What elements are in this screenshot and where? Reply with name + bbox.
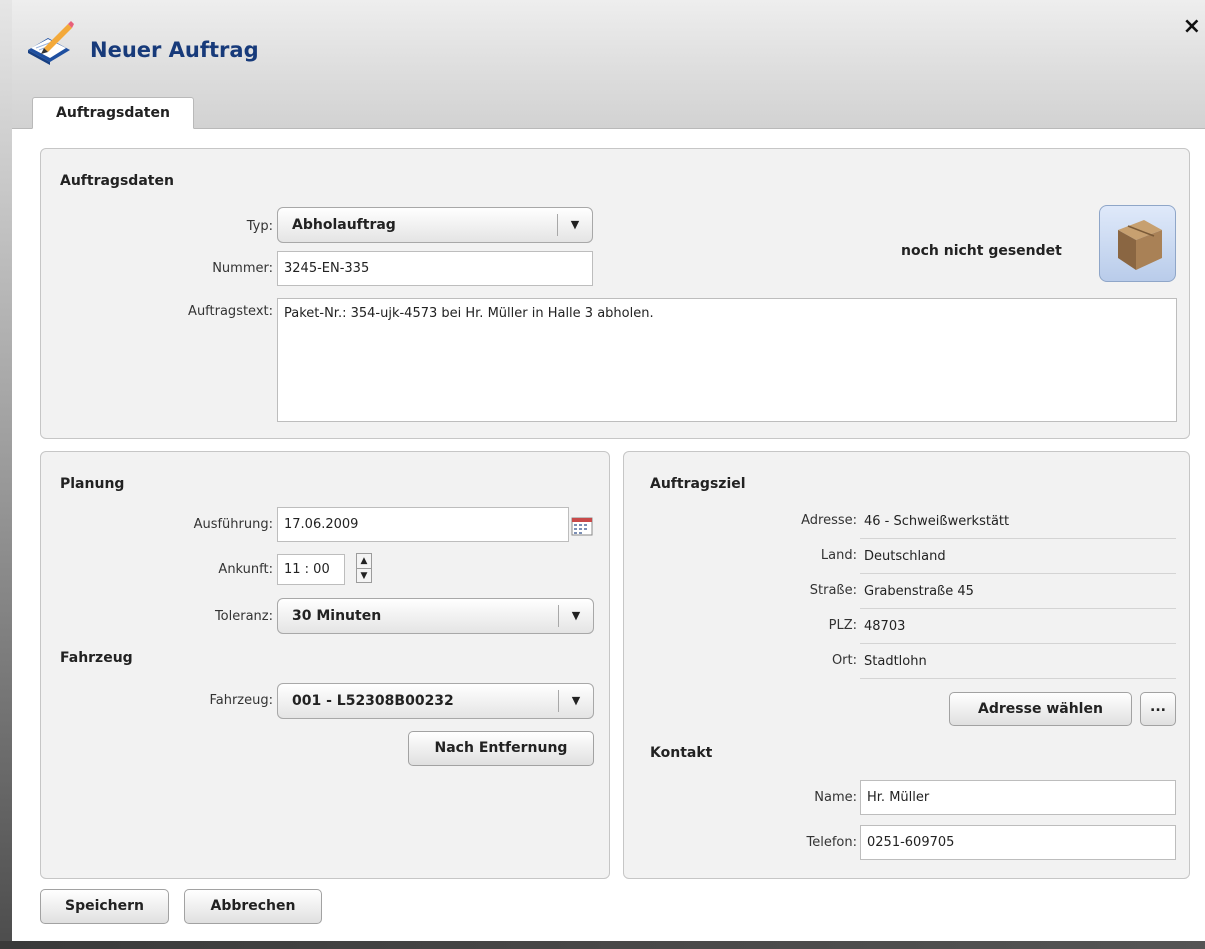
ankunft-time-input[interactable]: 11 : 00 bbox=[277, 554, 345, 585]
nummer-label: Nummer: bbox=[212, 261, 273, 276]
ausfuehrung-date-input[interactable]: 17.06.2009 bbox=[277, 507, 569, 542]
plz-label: PLZ: bbox=[828, 618, 857, 633]
ankunft-label: Ankunft: bbox=[218, 562, 273, 577]
auftragstext-label: Auftragstext: bbox=[188, 304, 273, 319]
fahrzeug-label: Fahrzeug: bbox=[209, 693, 273, 708]
fahrzeug-select[interactable]: 001 - L52308B00232 ▼ bbox=[277, 683, 594, 719]
typ-label: Typ: bbox=[246, 219, 273, 234]
telefon-input[interactable]: 0251-609705 bbox=[860, 825, 1176, 860]
section-title-planung: Planung bbox=[60, 476, 125, 492]
adresse-label: Adresse: bbox=[801, 513, 857, 528]
name-label: Name: bbox=[814, 790, 857, 805]
typ-select[interactable]: Abholauftrag ▼ bbox=[277, 207, 593, 243]
dialog-title: Neuer Auftrag bbox=[90, 38, 259, 62]
order-data-panel: Auftragsdaten Typ: Abholauftrag ▼ Nummer… bbox=[40, 148, 1190, 439]
nach-entfernung-button[interactable]: Nach Entfernung bbox=[408, 731, 594, 766]
new-order-dialog: Neuer Auftrag × Auftragsdaten Auftragsda… bbox=[12, 0, 1205, 941]
land-label: Land: bbox=[820, 548, 857, 563]
ausfuehrung-label: Ausführung: bbox=[193, 517, 273, 532]
chevron-down-icon: ▼ bbox=[557, 214, 592, 236]
section-title-auftragsdaten: Auftragsdaten bbox=[60, 173, 174, 189]
toleranz-select-value: 30 Minuten bbox=[292, 608, 382, 624]
calendar-icon[interactable] bbox=[571, 516, 593, 536]
save-button[interactable]: Speichern bbox=[40, 889, 169, 924]
more-options-button[interactable]: ... bbox=[1140, 692, 1176, 726]
adresse-value: 46 - Schweißwerkstätt bbox=[860, 507, 1176, 539]
spinner-up-icon[interactable]: ▲ bbox=[357, 554, 371, 569]
toleranz-label: Toleranz: bbox=[214, 609, 273, 624]
edit-notepad-icon bbox=[28, 21, 74, 65]
planning-panel: Planung Ausführung: 17.06.2009 Ankunft: … bbox=[40, 451, 610, 879]
nummer-input[interactable]: 3245-EN-335 bbox=[277, 251, 593, 286]
chevron-down-icon: ▼ bbox=[558, 605, 593, 627]
name-input[interactable]: Hr. Müller bbox=[860, 780, 1176, 815]
telefon-label: Telefon: bbox=[806, 835, 858, 850]
land-value: Deutschland bbox=[860, 542, 1176, 574]
section-title-auftragsziel: Auftragsziel bbox=[650, 476, 746, 492]
cancel-button[interactable]: Abbrechen bbox=[184, 889, 322, 924]
spinner-down-icon[interactable]: ▼ bbox=[357, 569, 371, 583]
status-text: noch nicht gesendet bbox=[901, 243, 1062, 259]
package-box-icon bbox=[1099, 205, 1176, 282]
target-panel: Auftragsziel Adresse: 46 - Schweißwerkst… bbox=[623, 451, 1190, 879]
fahrzeug-select-value: 001 - L52308B00232 bbox=[292, 693, 454, 709]
tab-auftragsdaten[interactable]: Auftragsdaten bbox=[32, 97, 194, 129]
background-edge-bottom bbox=[0, 941, 1205, 949]
strasse-label: Straße: bbox=[809, 583, 857, 598]
typ-select-value: Abholauftrag bbox=[292, 217, 396, 233]
plz-value: 48703 bbox=[860, 612, 1176, 644]
background-edge bbox=[0, 0, 12, 949]
adresse-waehlen-button[interactable]: Adresse wählen bbox=[949, 692, 1132, 726]
close-icon[interactable]: × bbox=[1183, 14, 1201, 39]
toleranz-select[interactable]: 30 Minuten ▼ bbox=[277, 598, 594, 634]
section-title-fahrzeug: Fahrzeug bbox=[60, 650, 133, 666]
strasse-value: Grabenstraße 45 bbox=[860, 577, 1176, 609]
ankunft-spinner[interactable]: ▲ ▼ bbox=[356, 553, 372, 583]
auftragstext-textarea[interactable]: Paket-Nr.: 354-ujk-4573 bei Hr. Müller i… bbox=[277, 298, 1177, 422]
package-box-shape bbox=[1118, 220, 1162, 270]
dialog-titlebar: Neuer Auftrag × Auftragsdaten bbox=[12, 0, 1205, 129]
ort-label: Ort: bbox=[831, 653, 857, 668]
chevron-down-icon: ▼ bbox=[558, 690, 593, 712]
section-title-kontakt: Kontakt bbox=[650, 745, 713, 761]
ort-value: Stadtlohn bbox=[860, 647, 1176, 679]
